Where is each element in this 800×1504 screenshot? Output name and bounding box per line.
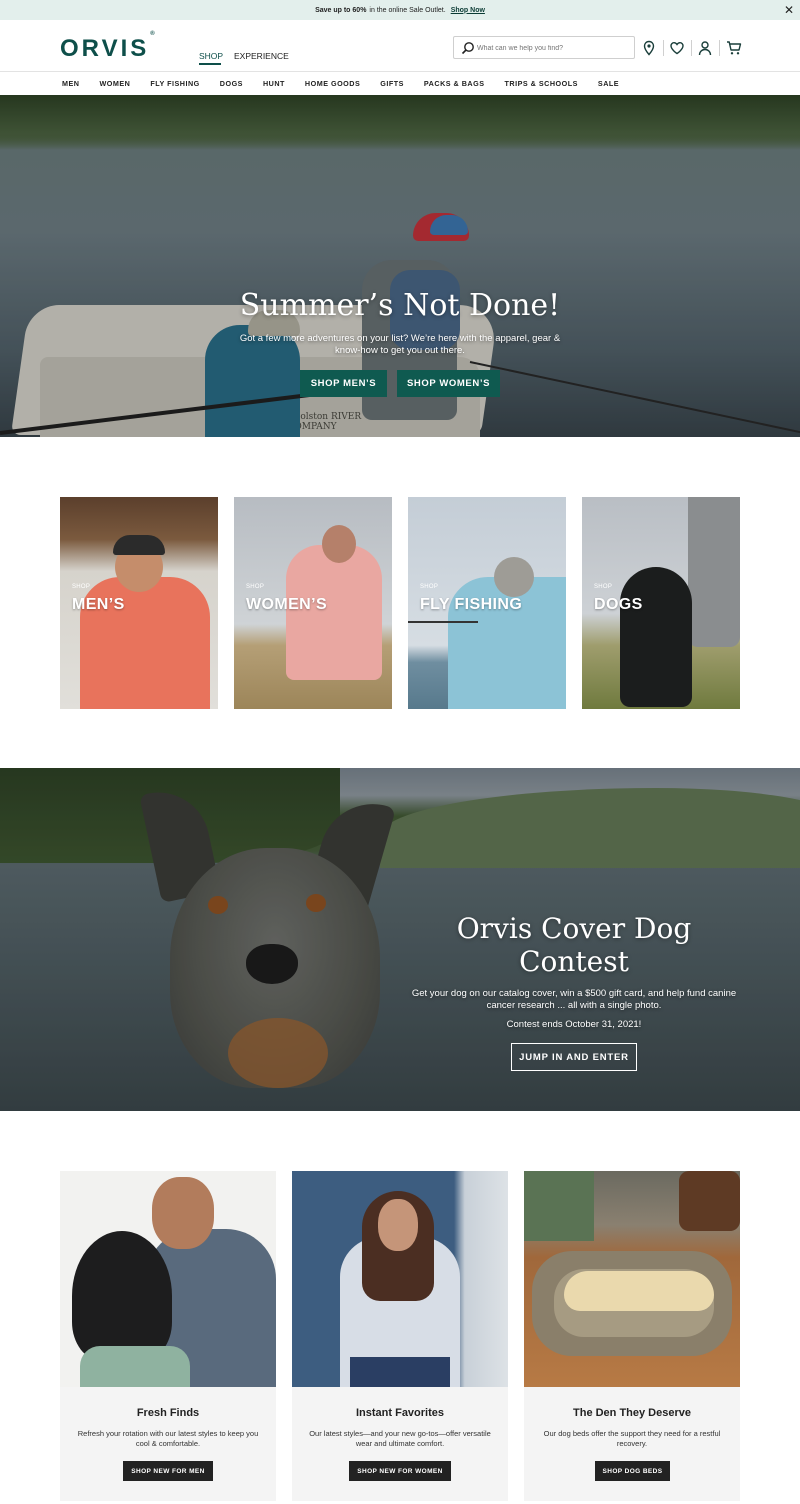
tile-kicker: SHOP — [246, 584, 265, 590]
nav-item-sale[interactable]: SALE — [598, 79, 619, 88]
shop-dog-beds-button[interactable]: SHOP DOG BEDS — [595, 1461, 670, 1481]
card-description: Refresh your rotation with our latest st… — [77, 1429, 259, 1448]
logo-text: ORVIS — [60, 35, 150, 62]
promo-text: in the online Sale Outlet. — [369, 6, 446, 14]
nav-item-trips-schools[interactable]: TRIPS & SCHOOLS — [505, 79, 578, 88]
orvis-logo[interactable]: ORVIS® — [60, 31, 155, 63]
header-divider — [663, 40, 664, 56]
card-description: Our latest styles—and your new go-tos—of… — [309, 1429, 491, 1448]
contest-end-date: Contest ends October 31, 2021! — [506, 1019, 642, 1030]
den-yellow-lab — [564, 1271, 714, 1311]
fresh-finds-man-face — [152, 1177, 214, 1249]
card-title: Instant Favorites — [355, 1407, 445, 1419]
search-box[interactable] — [453, 36, 635, 59]
contest-title: Orvis Cover Dog Contest — [456, 912, 692, 978]
search-input[interactable] — [477, 41, 627, 55]
nav-item-fly-fishing[interactable]: FLY FISHING — [150, 79, 199, 88]
promo-bar: Save up to 60% in the online Sale Outlet… — [0, 0, 800, 20]
tab-experience-label: EXPERIENCE — [234, 51, 289, 61]
jump-in-and-enter-button[interactable]: JUMP IN AND ENTER — [511, 1043, 637, 1071]
den-leather-chair — [679, 1171, 740, 1231]
feature-card-instant-favorites: Instant Favorites Our latest styles—and … — [292, 1171, 508, 1501]
tile-womens-face — [322, 525, 356, 563]
nav-item-hunt[interactable]: HUNT — [263, 79, 285, 88]
tile-mens-cap — [113, 535, 165, 555]
shop-womens-button[interactable]: SHOP WOMEN’S — [397, 370, 500, 397]
nav-item-dogs[interactable]: DOGS — [220, 79, 243, 88]
cart-icon[interactable] — [726, 40, 742, 56]
category-nav: MEN WOMEN FLY FISHING DOGS HUNT HOME GOO… — [0, 72, 800, 95]
feature-card-den: The Den They Deserve Our dog beds offer … — [524, 1171, 740, 1501]
shop-new-for-women-button[interactable]: SHOP NEW FOR WOMEN — [349, 1461, 451, 1481]
promo-lead: Save up to 60% — [315, 6, 367, 14]
contest-description: Get your dog on our catalog cover, win a… — [411, 988, 737, 1011]
instant-favorites-jeans — [350, 1357, 450, 1387]
tile-kicker: SHOP — [72, 584, 91, 590]
fresh-finds-black-dog — [72, 1231, 172, 1361]
header-divider — [691, 40, 692, 56]
tile-label: WOMEN’S — [246, 596, 328, 613]
tile-dogs-black-lab — [620, 567, 692, 707]
location-icon[interactable] — [641, 40, 657, 56]
tile-label: MEN’S — [72, 596, 125, 613]
den-image[interactable] — [524, 1171, 740, 1387]
tile-kicker: SHOP — [420, 584, 439, 590]
tile-label: FLY FISHING — [420, 596, 523, 613]
card-title: Fresh Finds — [136, 1407, 200, 1419]
den-green-bed — [524, 1171, 594, 1241]
tile-shop-fly-fishing[interactable]: SHOP FLY FISHING — [408, 497, 566, 709]
nav-item-packs-bags[interactable]: PACKS & BAGS — [424, 79, 485, 88]
tab-experience[interactable]: EXPERIENCE — [234, 51, 289, 61]
tile-shop-womens[interactable]: SHOP WOMEN’S — [234, 497, 392, 709]
fresh-finds-image[interactable] — [60, 1171, 276, 1387]
hero-subtitle: Got a few more adventures on your list? … — [239, 333, 561, 356]
search-icon[interactable] — [461, 41, 475, 60]
instant-favorites-image[interactable] — [292, 1171, 508, 1387]
tile-kicker: SHOP — [594, 584, 613, 590]
logo-registered-mark: ® — [150, 31, 155, 37]
heart-icon[interactable] — [669, 40, 685, 56]
nav-item-men[interactable]: MEN — [62, 79, 79, 88]
site-header: ORVIS® SHOP EXPERIENCE — [0, 20, 800, 72]
card-title: The Den They Deserve — [573, 1407, 691, 1419]
tile-dogs-person — [688, 497, 740, 647]
nav-item-women[interactable]: WOMEN — [99, 79, 130, 88]
hero-title: Summer’s Not Done! — [239, 288, 561, 323]
active-tab-underline — [199, 63, 221, 65]
tile-fly-fishing-rod — [408, 621, 478, 623]
nav-item-home-goods[interactable]: HOME GOODS — [305, 79, 360, 88]
tile-shop-dogs[interactable]: SHOP DOGS — [582, 497, 740, 709]
nav-item-gifts[interactable]: GIFTS — [380, 79, 404, 88]
header-divider — [719, 40, 720, 56]
account-icon[interactable] — [697, 40, 713, 56]
tile-fly-fishing-face — [494, 557, 534, 597]
tab-shop-label: SHOP — [199, 51, 224, 61]
card-description: Our dog beds offer the support they need… — [543, 1429, 721, 1448]
tab-shop[interactable]: SHOP — [199, 51, 224, 65]
fresh-finds-shorts — [80, 1346, 190, 1387]
shop-new-for-men-button[interactable]: SHOP NEW FOR MEN — [123, 1461, 213, 1481]
promo-shop-now-link[interactable]: Shop Now — [451, 7, 485, 14]
tile-shop-mens[interactable]: SHOP MEN’S — [60, 497, 218, 709]
promo-close-icon[interactable]: ✕ — [784, 3, 794, 17]
shop-mens-button[interactable]: SHOP MEN’S — [300, 370, 387, 397]
instant-favorites-face — [378, 1199, 418, 1251]
feature-card-fresh-finds: Fresh Finds Refresh your rotation with o… — [60, 1171, 276, 1501]
tile-label: DOGS — [594, 596, 643, 613]
